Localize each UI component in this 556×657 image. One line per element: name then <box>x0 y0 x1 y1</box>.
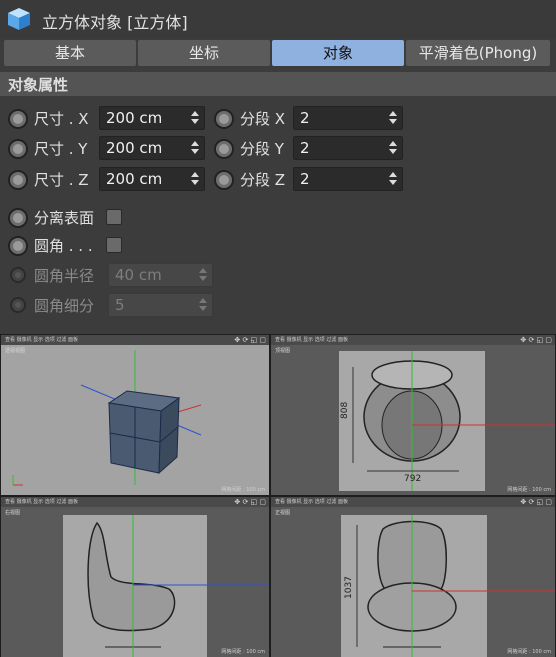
seg-z-stepper[interactable] <box>389 171 397 187</box>
section-header: 对象属性 <box>0 72 556 96</box>
fillet-radius-label: 圆角半径 <box>34 267 95 285</box>
top-view-scene: 808 792 <box>339 351 555 491</box>
viewport-footer: 网格间距 : 100 cm <box>221 487 265 493</box>
size-z-anim-toggle[interactable] <box>8 170 28 190</box>
size-x-anim-toggle[interactable] <box>8 109 28 129</box>
size-y-stepper[interactable] <box>191 140 199 156</box>
seg-z-value: 2 <box>300 170 310 188</box>
viewport-menu[interactable]: 查看 摄像机 显示 选项 过滤 面板 <box>1 335 269 345</box>
front-height-dimension: 1037 <box>344 576 354 599</box>
fillet-radius-stepper <box>199 267 207 283</box>
separate-surfaces-anim-toggle[interactable] <box>8 208 28 228</box>
top-height-dimension: 808 <box>340 402 350 419</box>
viewport-footer: 网格间距 : 100 cm <box>221 649 265 655</box>
tab-bar: 基本 坐标 对象 平滑着色(Phong) <box>4 40 552 66</box>
size-y-label: 尺寸 . Y <box>34 140 88 158</box>
size-y-anim-toggle[interactable] <box>8 139 28 159</box>
fillet-radius-anim-toggle <box>10 267 26 283</box>
seg-x-label: 分段 X <box>240 110 286 128</box>
right-view-scene <box>63 515 269 657</box>
seg-y-anim-toggle[interactable] <box>214 139 234 159</box>
seg-y-label: 分段 Y <box>240 140 284 158</box>
seg-y-stepper[interactable] <box>389 140 397 156</box>
perspective-scene <box>12 350 202 486</box>
size-z-label: 尺寸 . Z <box>34 171 89 189</box>
fillet-subdiv-stepper <box>199 297 207 313</box>
viewport-nav-icons[interactable]: ✥ ⟳ ◱ ▢ <box>234 336 266 344</box>
title-bar: 立方体对象 [立方体] <box>0 0 556 38</box>
fillet-anim-toggle[interactable] <box>8 236 28 256</box>
viewport-menu[interactable]: 查看 摄像机 显示 选项 过滤 面板 <box>271 335 555 345</box>
viewport-menu[interactable]: 查看 摄像机 显示 选项 过滤 面板 <box>1 497 269 507</box>
viewport-grid: 查看 摄像机 显示 选项 过滤 面板 ✥ ⟳ ◱ ▢ 透视视图 网格间距 : 1… <box>0 334 556 657</box>
size-x-value: 200 cm <box>106 109 163 127</box>
fillet-subdiv-anim-toggle <box>10 297 26 313</box>
size-z-field[interactable]: 200 cm <box>99 167 205 191</box>
viewport-nav-icons[interactable]: ✥ ⟳ ◱ ▢ <box>234 498 266 506</box>
size-z-stepper[interactable] <box>191 171 199 187</box>
separate-surfaces-label: 分离表面 <box>34 209 95 227</box>
fillet-checkbox[interactable] <box>106 237 122 253</box>
viewport-footer: 网格间距 : 100 cm <box>507 487 551 493</box>
cube-icon <box>8 8 30 30</box>
viewport-right[interactable]: 查看 摄像机 显示 选项 过滤 面板 ✥ ⟳ ◱ ▢ 右视图 网格间距 : 10… <box>1 497 269 657</box>
fillet-radius-value: 40 cm <box>115 266 162 284</box>
seg-x-value: 2 <box>300 109 310 127</box>
seg-x-stepper[interactable] <box>389 110 397 126</box>
size-y-value: 200 cm <box>106 139 163 157</box>
window-title: 立方体对象 [立方体] <box>42 13 188 32</box>
viewport-front[interactable]: 查看 摄像机 显示 选项 过滤 面板 ✥ ⟳ ◱ ▢ 正视图 1037 网格间距… <box>271 497 555 657</box>
size-x-label: 尺寸 . X <box>34 110 89 128</box>
size-x-field[interactable]: 200 cm <box>99 106 205 130</box>
viewport-perspective[interactable]: 查看 摄像机 显示 选项 过滤 面板 ✥ ⟳ ◱ ▢ 透视视图 网格间距 : 1… <box>1 335 269 495</box>
fillet-subdiv-label: 圆角细分 <box>34 297 95 315</box>
fillet-radius-field: 40 cm <box>108 263 213 287</box>
size-x-stepper[interactable] <box>191 110 199 126</box>
top-width-dimension: 792 <box>404 474 421 484</box>
viewport-footer: 网格间距 : 100 cm <box>507 649 551 655</box>
viewport-nav-icons[interactable]: ✥ ⟳ ◱ ▢ <box>520 498 552 506</box>
tab-object[interactable]: 对象 <box>272 40 404 66</box>
seg-y-field[interactable]: 2 <box>293 136 403 160</box>
seg-z-field[interactable]: 2 <box>293 167 403 191</box>
seg-z-label: 分段 Z <box>240 171 286 189</box>
seg-y-value: 2 <box>300 139 310 157</box>
seg-x-anim-toggle[interactable] <box>214 109 234 129</box>
seg-x-field[interactable]: 2 <box>293 106 403 130</box>
fillet-label: 圆角 . . . <box>34 237 93 255</box>
viewport-nav-icons[interactable]: ✥ ⟳ ◱ ▢ <box>520 336 552 344</box>
size-z-value: 200 cm <box>106 170 163 188</box>
separate-surfaces-checkbox[interactable] <box>106 209 122 225</box>
front-view-scene: 1037 <box>341 515 555 657</box>
viewport-menu[interactable]: 查看 摄像机 显示 选项 过滤 面板 <box>271 497 555 507</box>
seg-z-anim-toggle[interactable] <box>214 170 234 190</box>
section-title: 对象属性 <box>8 76 69 94</box>
size-y-field[interactable]: 200 cm <box>99 136 205 160</box>
tab-phong[interactable]: 平滑着色(Phong) <box>406 40 550 66</box>
tab-basic[interactable]: 基本 <box>4 40 136 66</box>
viewport-top[interactable]: 查看 摄像机 显示 选项 过滤 面板 ✥ ⟳ ◱ ▢ 顶视图 808 792 网… <box>271 335 555 495</box>
fillet-subdiv-value: 5 <box>115 296 125 314</box>
fillet-subdiv-field: 5 <box>108 293 213 317</box>
tab-coordinates[interactable]: 坐标 <box>138 40 270 66</box>
